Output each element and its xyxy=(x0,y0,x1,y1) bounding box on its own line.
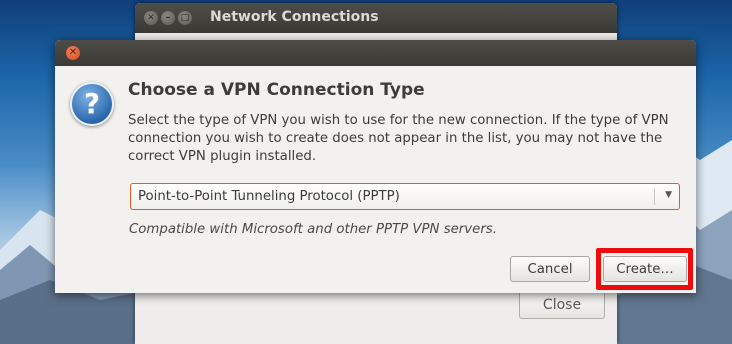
vpn-type-selected: Point-to-Point Tunneling Protocol (PPTP) xyxy=(138,189,400,204)
network-connections-titlebar: ✕ – □ Network Connections xyxy=(135,3,617,33)
dropdown-separator xyxy=(654,188,655,205)
close-button[interactable]: Close xyxy=(519,291,605,319)
cancel-button[interactable]: Cancel xyxy=(510,256,590,282)
window-maximize-icon[interactable]: □ xyxy=(178,11,192,25)
window-close-icon[interactable]: ✕ xyxy=(144,11,158,25)
dialog-description: Select the type of VPN you wish to use f… xyxy=(128,113,669,164)
create-button-highlight xyxy=(596,248,693,290)
vpn-type-dropdown[interactable]: Point-to-Point Tunneling Protocol (PPTP)… xyxy=(130,183,680,210)
vpn-type-dialog: ✕ ? Choose a VPN Connection Type Select … xyxy=(55,40,696,293)
window-minimize-icon[interactable]: – xyxy=(161,11,175,25)
dialog-close-icon[interactable]: ✕ xyxy=(66,46,80,60)
question-icon: ? xyxy=(70,82,114,126)
dialog-heading: Choose a VPN Connection Type xyxy=(128,80,425,100)
chevron-down-icon[interactable]: ▼ xyxy=(665,190,672,200)
compatibility-note: Compatible with Microsoft and other PPTP… xyxy=(129,222,497,237)
dialog-titlebar: ✕ xyxy=(55,40,696,66)
window-title: Network Connections xyxy=(210,9,379,25)
